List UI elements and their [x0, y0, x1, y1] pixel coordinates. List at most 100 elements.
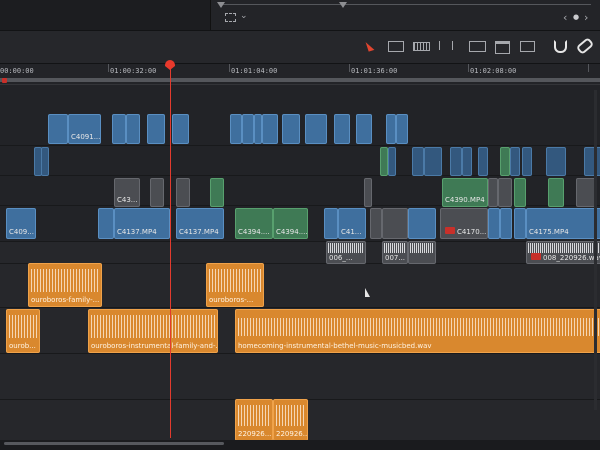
video-clip[interactable]: C4137.MP4	[114, 208, 170, 239]
nav-prev-button[interactable]: ‹	[563, 11, 567, 24]
timeline-tracks: C4091... C43... C4390.MP4 C409... C4137.…	[0, 85, 600, 450]
audio-clip[interactable]: 220926...	[273, 399, 308, 441]
video-clip[interactable]	[576, 178, 596, 207]
video-clip[interactable]	[356, 114, 372, 144]
video-clip[interactable]	[324, 208, 338, 239]
insert-clip-icon[interactable]	[468, 38, 486, 54]
video-clip[interactable]	[424, 147, 442, 176]
ruler-timecode: 01:01:36:00	[351, 67, 398, 75]
blade-icon[interactable]	[436, 38, 454, 54]
ruler-tick	[588, 64, 589, 72]
audio-clip[interactable]: ouroboros-...	[206, 263, 264, 307]
video-clip[interactable]	[546, 147, 566, 176]
out-marker-icon[interactable]	[339, 2, 347, 8]
video-clip[interactable]	[488, 178, 498, 207]
snapping-icon[interactable]	[551, 38, 569, 54]
select-pointer-icon[interactable]	[362, 38, 380, 54]
dynamic-trim-icon[interactable]	[412, 38, 430, 54]
video-clip[interactable]: C4394....	[235, 208, 273, 239]
video-clip[interactable]: C4175.MP4	[526, 208, 600, 239]
video-clip[interactable]	[548, 178, 564, 207]
audio-clip[interactable]: 007...	[382, 241, 408, 264]
video-clip[interactable]	[396, 114, 408, 144]
video-clip[interactable]	[386, 114, 396, 144]
audio-clip[interactable]: homecoming-instrumental-bethel-music-mus…	[235, 309, 600, 353]
video-clip[interactable]	[98, 208, 114, 239]
video-clip[interactable]: C4091...	[68, 114, 101, 144]
video-clip[interactable]	[500, 208, 512, 239]
clip-flag-icon	[531, 253, 541, 260]
audio-clip[interactable]: 006_...	[326, 241, 366, 264]
video-clip[interactable]	[230, 114, 242, 144]
audio-clip[interactable]: ourob...	[6, 309, 40, 353]
video-clip[interactable]	[172, 114, 189, 144]
video-clip[interactable]	[48, 114, 68, 144]
ruler-tick	[229, 64, 230, 72]
trim-edit-icon[interactable]	[386, 38, 404, 54]
video-clip[interactable]	[510, 147, 520, 176]
linked-selection-icon[interactable]	[575, 37, 595, 55]
replace-clip-icon[interactable]	[518, 38, 536, 54]
video-clip[interactable]	[478, 147, 488, 176]
video-clip[interactable]: C409...	[6, 208, 36, 239]
start-marker-icon	[2, 78, 7, 83]
video-clip[interactable]	[514, 208, 526, 239]
video-clip[interactable]	[488, 208, 500, 239]
video-clip[interactable]	[242, 114, 254, 144]
audio-clip[interactable]: 220926...	[235, 399, 273, 441]
video-clip[interactable]	[584, 147, 600, 176]
video-clip[interactable]	[112, 114, 126, 144]
video-clip[interactable]	[370, 208, 382, 239]
nav-next-button[interactable]: ›	[584, 11, 588, 24]
ruler-timecode: 01:00:32:00	[110, 67, 157, 75]
render-status-bar	[0, 78, 600, 82]
timeline-toolbar	[0, 31, 600, 64]
ruler-tick	[108, 64, 109, 72]
ruler-timecode: 00:00:00	[0, 67, 34, 75]
video-clip[interactable]	[498, 178, 512, 207]
video-clip[interactable]	[380, 147, 388, 176]
viewer-options-icon[interactable]	[225, 13, 236, 22]
video-clip[interactable]	[305, 114, 327, 144]
video-clip[interactable]: C4137.MP4	[176, 208, 224, 239]
viewer-scrub-line[interactable]	[221, 4, 591, 5]
video-clip[interactable]	[210, 178, 224, 207]
video-clip[interactable]	[462, 147, 472, 176]
video-clip[interactable]	[500, 147, 510, 176]
video-clip[interactable]: C43...	[114, 178, 140, 207]
video-clip[interactable]	[388, 147, 396, 176]
video-clip[interactable]	[126, 114, 140, 144]
video-clip[interactable]: C4394....	[273, 208, 308, 239]
video-clip[interactable]: C41...	[338, 208, 366, 239]
video-clip[interactable]	[364, 178, 372, 207]
playhead-line[interactable]	[170, 64, 171, 438]
vertical-scrollbar[interactable]	[594, 90, 597, 410]
audio-clip[interactable]: ouroboros-instrumental-family-and-...	[88, 309, 218, 353]
horizontal-scroll-thumb[interactable]	[4, 442, 224, 445]
video-clip[interactable]	[262, 114, 278, 144]
overwrite-clip-icon[interactable]	[493, 38, 511, 54]
video-clip[interactable]	[334, 114, 350, 144]
video-clip[interactable]: C4170...	[440, 208, 488, 239]
video-clip[interactable]	[522, 147, 532, 176]
video-clip[interactable]	[450, 147, 462, 176]
audio-clip[interactable]: ouroboros-family-...	[28, 263, 102, 307]
in-marker-icon[interactable]	[217, 2, 225, 8]
nav-dot-icon[interactable]: ●	[573, 13, 579, 21]
video-clip[interactable]: C4390.MP4	[442, 178, 488, 207]
video-clip[interactable]	[514, 178, 526, 207]
video-clip[interactable]	[41, 147, 49, 176]
video-clip[interactable]	[282, 114, 300, 144]
video-clip[interactable]	[412, 147, 424, 176]
video-clip[interactable]	[382, 208, 408, 239]
video-clip[interactable]	[150, 178, 164, 207]
chevron-down-icon[interactable]: ⌄	[240, 11, 248, 21]
ruler-timecode: 01:01:04:00	[231, 67, 278, 75]
video-clip[interactable]	[176, 178, 190, 207]
audio-clip[interactable]	[408, 241, 436, 264]
audio-track-a1	[0, 241, 600, 263]
video-clip[interactable]	[147, 114, 165, 144]
audio-clip[interactable]: 008_220926.wav	[526, 241, 600, 264]
video-clip[interactable]	[408, 208, 436, 239]
video-clip[interactable]	[254, 114, 262, 144]
